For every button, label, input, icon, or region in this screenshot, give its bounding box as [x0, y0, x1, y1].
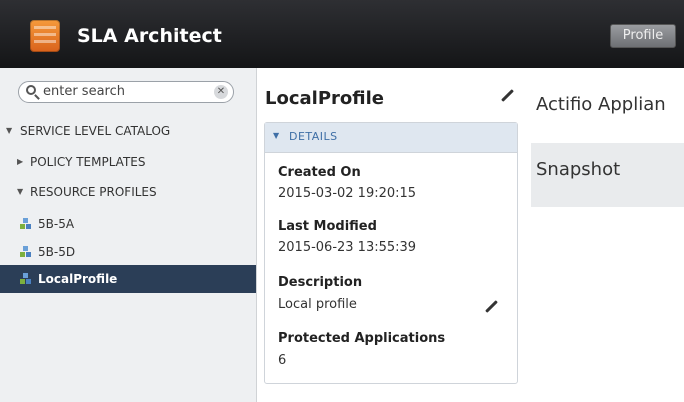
tree-item-service-level-catalog[interactable]: ▼ SERVICE LEVEL CATALOG [0, 117, 256, 145]
edit-title-icon[interactable] [500, 89, 514, 103]
details-card: ▼ DETAILS Created On 2015-03-02 19:20:15… [264, 122, 518, 384]
resource-profile-icon [20, 273, 32, 285]
search-icon [26, 85, 36, 95]
search-box[interactable]: ✕ [18, 81, 234, 103]
tree-item-policy-templates[interactable]: ▶ POLICY TEMPLATES [0, 148, 256, 176]
tree-item-5b-5a[interactable]: 5B-5A [0, 210, 256, 238]
tree-item-5b-5d[interactable]: 5B-5D [0, 238, 256, 266]
tree-item-label: SERVICE LEVEL CATALOG [20, 124, 171, 138]
clear-search-icon[interactable]: ✕ [214, 85, 228, 99]
tree-item-label: 5B-5A [38, 217, 75, 231]
tree-item-label: LocalProfile [38, 272, 118, 286]
details-section-header[interactable]: ▼ DETAILS [265, 123, 517, 153]
edit-description-icon[interactable] [484, 300, 498, 314]
caret-right-icon[interactable]: ▶ [17, 148, 23, 176]
app-title: SLA Architect [77, 25, 222, 47]
last-modified-value: 2015-06-23 13:55:39 [278, 240, 417, 255]
tree-item-resource-profiles[interactable]: ▼ RESOURCE PROFILES [0, 178, 256, 206]
snapshot-label: Snapshot [536, 159, 621, 180]
tree-item-localprofile[interactable]: LocalProfile [0, 265, 256, 293]
protected-applications-value: 6 [278, 353, 287, 368]
appliance-title: Actifio Applian [536, 94, 666, 115]
description-value: Local profile [278, 297, 357, 312]
caret-down-icon[interactable]: ▼ [17, 178, 23, 206]
app-logo-icon [30, 20, 60, 52]
tree-item-label: 5B-5D [38, 245, 76, 259]
details-section-label: DETAILS [289, 130, 338, 143]
caret-down-icon[interactable]: ▼ [6, 117, 12, 145]
created-on-label: Created On [278, 165, 361, 180]
resource-profile-icon [20, 246, 32, 258]
tree-item-label: POLICY TEMPLATES [30, 155, 146, 169]
protected-applications-label: Protected Applications [278, 331, 446, 346]
created-on-value: 2015-03-02 19:20:15 [278, 186, 417, 201]
search-input[interactable] [43, 84, 213, 99]
description-label: Description [278, 275, 363, 290]
top-bar: SLA Architect Profile [0, 0, 684, 68]
last-modified-label: Last Modified [278, 219, 377, 234]
profile-button[interactable]: Profile [610, 24, 676, 48]
resource-profile-icon [20, 218, 32, 230]
tree-item-label: RESOURCE PROFILES [30, 185, 157, 199]
profile-title: LocalProfile [265, 88, 384, 109]
caret-down-icon[interactable]: ▼ [273, 131, 279, 140]
